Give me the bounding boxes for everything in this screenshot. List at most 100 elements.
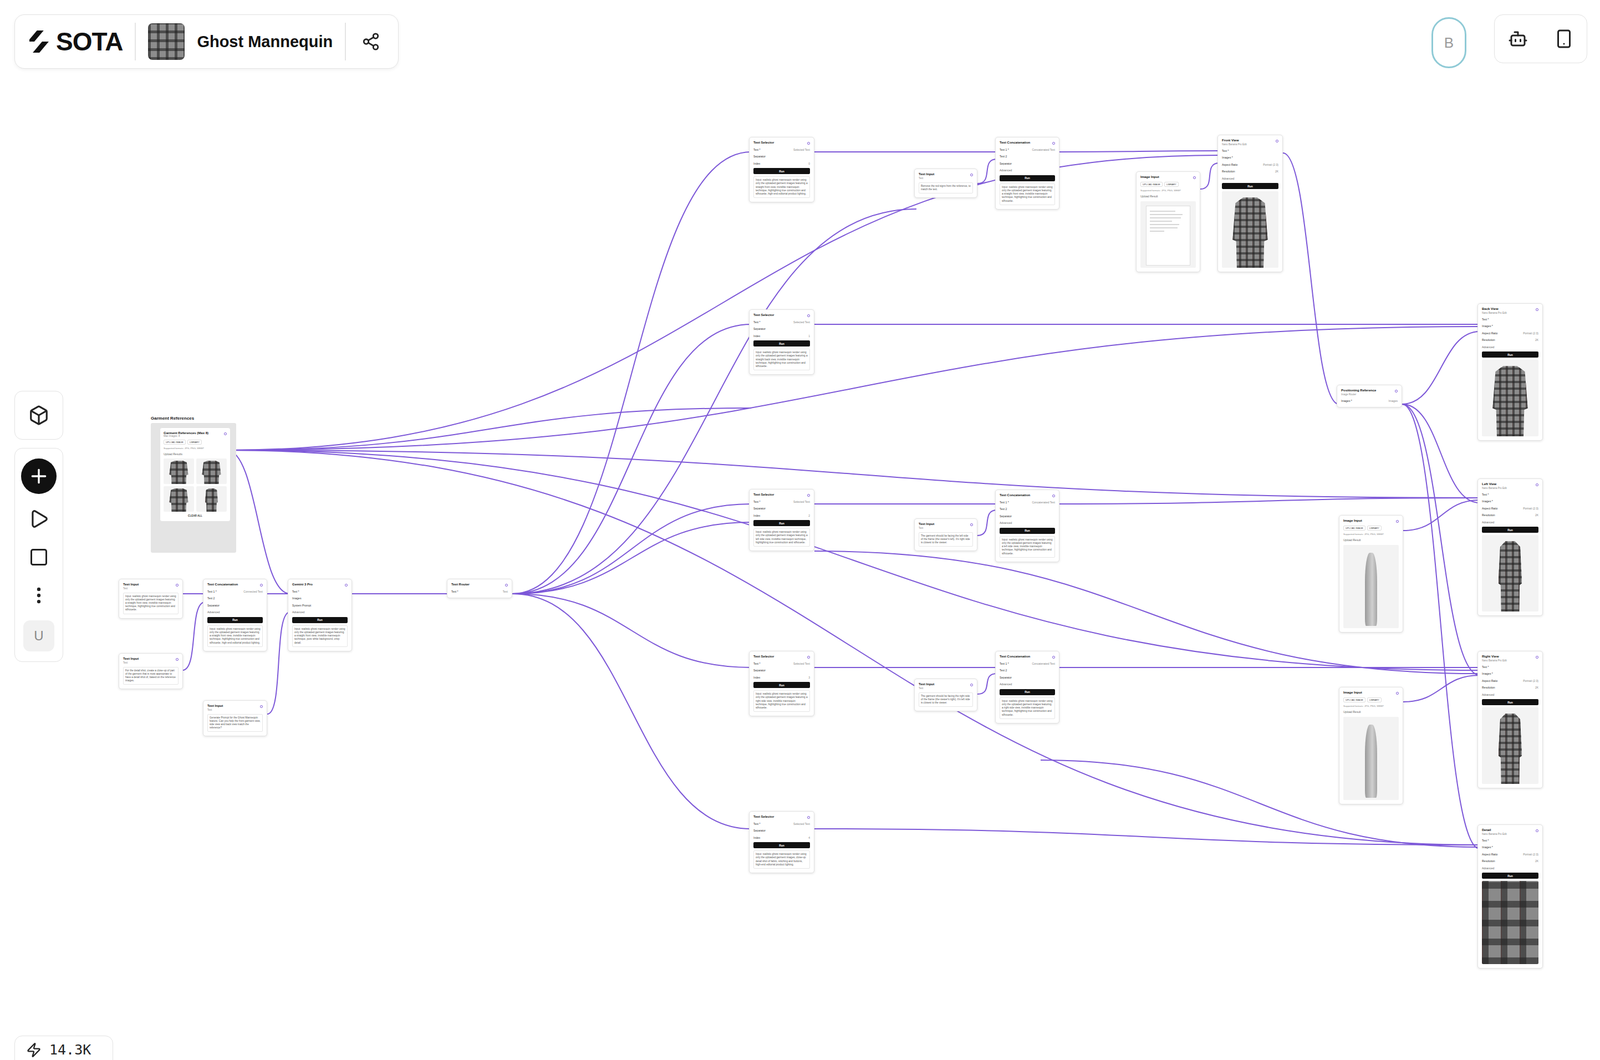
node-field[interactable]: Separator [999, 161, 1056, 167]
upload-button[interactable]: LIBRARY [1367, 697, 1382, 703]
user-avatar[interactable]: B [1431, 17, 1467, 69]
node-text[interactable]: Input: realistic ghost mannequin render … [753, 176, 810, 198]
output-port[interactable] [1275, 139, 1279, 143]
output-port[interactable] [260, 583, 263, 587]
add-node-button[interactable] [21, 458, 57, 494]
text-input-node[interactable]: Text InputTextInput: realistic ghost man… [118, 578, 183, 619]
text-selector-node[interactable]: Text SelectorText *Selected TextSeparato… [748, 811, 815, 874]
output-port[interactable] [1052, 141, 1056, 145]
generate-node[interactable]: Right ViewNano Banana Pro EditText *Imag… [1477, 650, 1543, 789]
node-field[interactable]: Text * [1221, 148, 1279, 154]
node-field[interactable]: Text * [292, 589, 348, 595]
text-selector-node[interactable]: Text SelectorText *Selected TextSeparato… [748, 488, 815, 552]
run-button[interactable]: Run [753, 340, 810, 347]
advanced-toggle[interactable]: Advanced [1221, 176, 1279, 182]
output-port[interactable] [807, 493, 810, 497]
node-text[interactable]: Input: realistic ghost mannequin render … [753, 690, 810, 712]
node-field[interactable]: Resolution2K [1481, 858, 1539, 864]
advanced-toggle[interactable]: Advanced [999, 520, 1056, 526]
node-field[interactable]: Text *Selected Text [753, 319, 810, 325]
node-field[interactable]: System Prompt [292, 603, 348, 609]
output-port[interactable] [175, 583, 179, 587]
output-port[interactable] [970, 523, 973, 527]
output-port[interactable] [1535, 655, 1539, 659]
node-text[interactable]: Input: realistic ghost mannequin render … [753, 348, 810, 371]
node-text[interactable]: Input: realistic ghost mannequin render … [999, 536, 1056, 558]
output-port[interactable] [1052, 655, 1056, 659]
node-text[interactable]: Input: realistic ghost mannequin render … [999, 697, 1056, 720]
project-title[interactable]: Ghost Mannequin [196, 32, 333, 52]
output-port[interactable] [807, 655, 810, 659]
advanced-toggle[interactable]: Advanced [292, 609, 348, 615]
run-button[interactable]: Run [207, 617, 263, 624]
text-input-node[interactable]: Text InputTextThe garment should be faci… [914, 518, 978, 552]
share-button[interactable] [358, 28, 384, 55]
output-port[interactable] [970, 683, 973, 687]
node-text[interactable]: The garment should be facing the right s… [918, 692, 973, 708]
run-button[interactable]: Run [753, 681, 810, 689]
node-field[interactable]: Separator [999, 675, 1056, 681]
node-text[interactable]: The garment should be facing the left si… [918, 532, 973, 548]
workflow-canvas[interactable]: SOTAGhost MannequinBU14.3KGarment Refere… [0, 0, 1600, 1060]
garment-references-node[interactable]: Garment References (Max 8)Max Images: 8U… [159, 427, 231, 522]
image-input-node[interactable]: Image InputUPLOAD IMAGELIBRARYSupported … [1338, 686, 1404, 805]
output-port[interactable] [807, 816, 810, 819]
node-field[interactable]: Text 1 *Concatenated Text [999, 147, 1056, 153]
output-port[interactable] [344, 583, 348, 587]
clear-all-button[interactable]: CLEAR ALL [163, 513, 227, 518]
run-button[interactable]: Run [999, 689, 1056, 696]
text-concat-node[interactable]: Text ConcatenationText 1 *Concatenated T… [995, 136, 1060, 210]
node-field[interactable]: Aspect RatioPortrait (2:3) [1481, 678, 1539, 684]
advanced-toggle[interactable]: Advanced [1481, 865, 1539, 871]
text-concat-node[interactable]: Text ConcatenationText 1 *Concatenated T… [995, 489, 1060, 563]
node-field[interactable]: Images * [1481, 671, 1539, 677]
node-field[interactable]: Text *Text [451, 589, 508, 595]
text-concat-node[interactable]: Text ConcatenationText 1 *Connected Text… [202, 578, 268, 652]
node-text[interactable]: For the detail shot, create a close-up o… [123, 666, 179, 686]
node-field[interactable]: Aspect RatioPortrait (2:3) [1481, 506, 1539, 512]
run-button[interactable]: Run [1221, 182, 1279, 190]
node-field[interactable]: Images [292, 595, 348, 601]
node-field[interactable]: Text *Selected Text [753, 661, 810, 667]
node-field[interactable]: Index1 [753, 333, 810, 339]
output-port[interactable] [1395, 520, 1399, 523]
node-text[interactable]: Input: realistic ghost mannequin render … [123, 592, 179, 615]
router-node[interactable]: Text RouterText *Text [446, 578, 513, 599]
output-port[interactable] [807, 314, 810, 318]
node-field[interactable]: Text 1 *Concatenated Text [999, 661, 1056, 667]
generate-node[interactable]: DetailNano Banana Pro EditText *Images *… [1477, 824, 1543, 969]
node-field[interactable]: Separator [999, 513, 1056, 519]
node-field[interactable]: Index3 [753, 675, 810, 681]
advanced-toggle[interactable]: Advanced [1481, 692, 1539, 698]
run-button[interactable]: Run [1481, 872, 1539, 879]
output-port[interactable] [1535, 308, 1539, 312]
desktop-view-button[interactable] [1504, 25, 1532, 53]
mobile-view-button[interactable] [1550, 25, 1578, 53]
node-field[interactable]: Text 2 [999, 154, 1056, 160]
node-field[interactable]: Index2 [753, 513, 810, 519]
user-badge[interactable]: U [23, 620, 55, 652]
node-text[interactable]: Input: realistic ghost mannequin render … [753, 528, 810, 547]
node-field[interactable]: Text 2 [207, 595, 263, 601]
output-port[interactable] [1395, 691, 1399, 695]
generate-node[interactable]: Front ViewNano Banana Pro EditText *Imag… [1217, 134, 1283, 273]
image-input-node[interactable]: Image InputUPLOAD IMAGELIBRARYSupported … [1135, 171, 1201, 273]
upload-button[interactable]: UPLOAD IMAGE [1343, 697, 1366, 703]
node-field[interactable]: Images * [1221, 155, 1279, 161]
node-field[interactable]: Index0 [753, 161, 810, 167]
node-field[interactable]: Resolution2K [1221, 169, 1279, 175]
group-label[interactable]: Garment References [150, 415, 237, 421]
upload-button[interactable]: UPLOAD IMAGE [1343, 525, 1366, 531]
node-field[interactable]: Text 1 *Connected Text [207, 589, 263, 595]
llm-node[interactable]: Gemini 3 ProText *ImagesSystem PromptAdv… [287, 578, 353, 652]
node-field[interactable]: Aspect RatioPortrait (2:3) [1481, 852, 1539, 858]
advanced-toggle[interactable]: Advanced [999, 681, 1056, 687]
node-text[interactable]: Generate Prompt for the Ghost Mannequin … [207, 714, 263, 733]
text-input-node[interactable]: Text InputTextFor the detail shot, creat… [118, 653, 183, 690]
text-input-node[interactable]: Text InputTextThe garment should be faci… [914, 678, 978, 712]
node-text[interactable]: Input: realistic ghost mannequin render … [292, 625, 348, 647]
node-field[interactable]: Images * [1481, 498, 1539, 504]
output-port[interactable] [807, 141, 810, 145]
node-field[interactable]: Images *Images [1341, 398, 1398, 404]
node-field[interactable]: Text 2 [999, 506, 1056, 512]
